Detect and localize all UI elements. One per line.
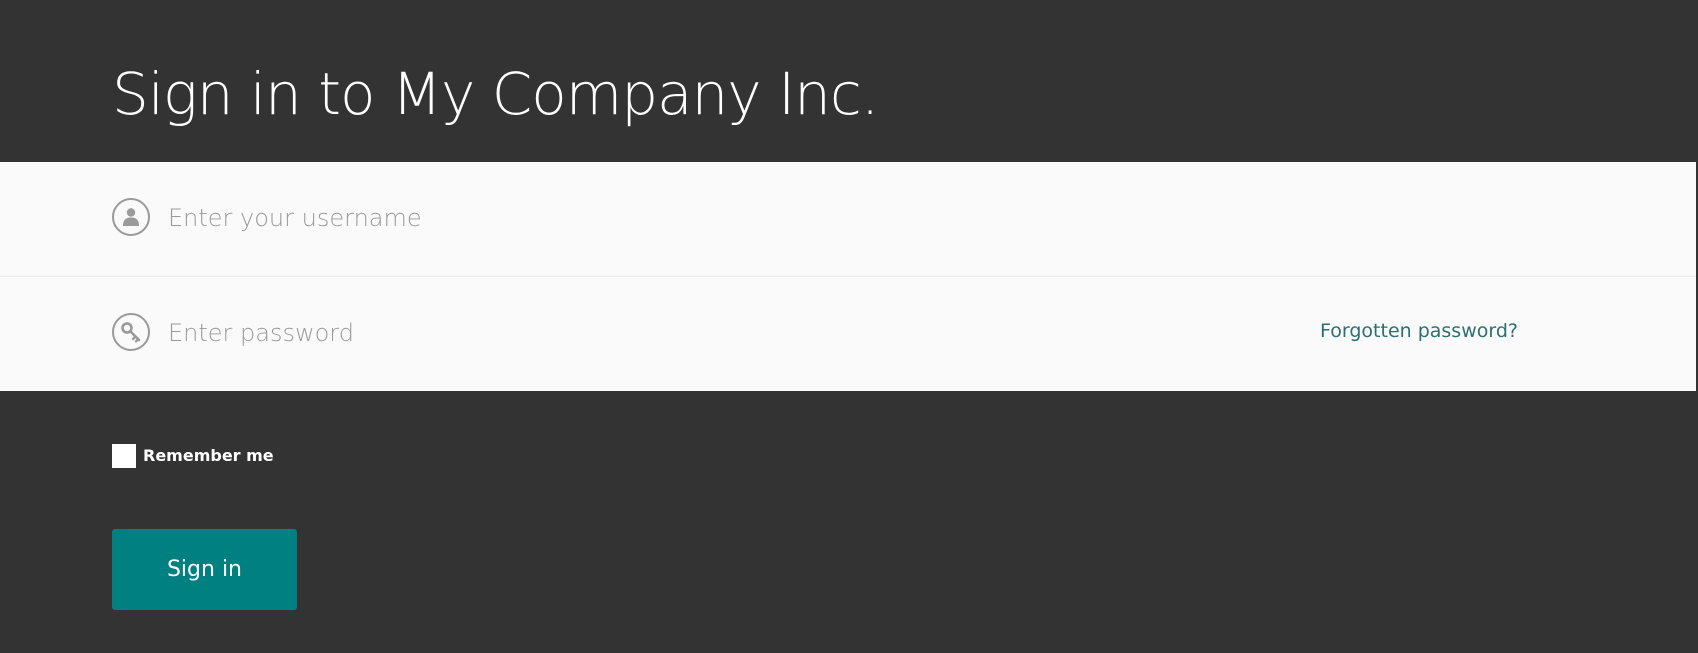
key-icon: [112, 313, 150, 351]
remember-me-label: Remember me: [143, 446, 274, 465]
username-input[interactable]: [168, 192, 1268, 244]
login-form-panel: Forgotten password?: [0, 162, 1696, 391]
user-icon: [112, 198, 150, 236]
username-row: [0, 162, 1696, 276]
page-title: Sign in to My Company Inc.: [112, 60, 879, 128]
password-input[interactable]: [168, 307, 1268, 359]
remember-me-checkbox[interactable]: [112, 444, 136, 468]
password-row: Forgotten password?: [0, 276, 1696, 391]
remember-me[interactable]: Remember me: [112, 444, 274, 468]
sign-in-button[interactable]: Sign in: [112, 529, 297, 610]
forgot-password-link[interactable]: Forgotten password?: [1320, 317, 1518, 345]
